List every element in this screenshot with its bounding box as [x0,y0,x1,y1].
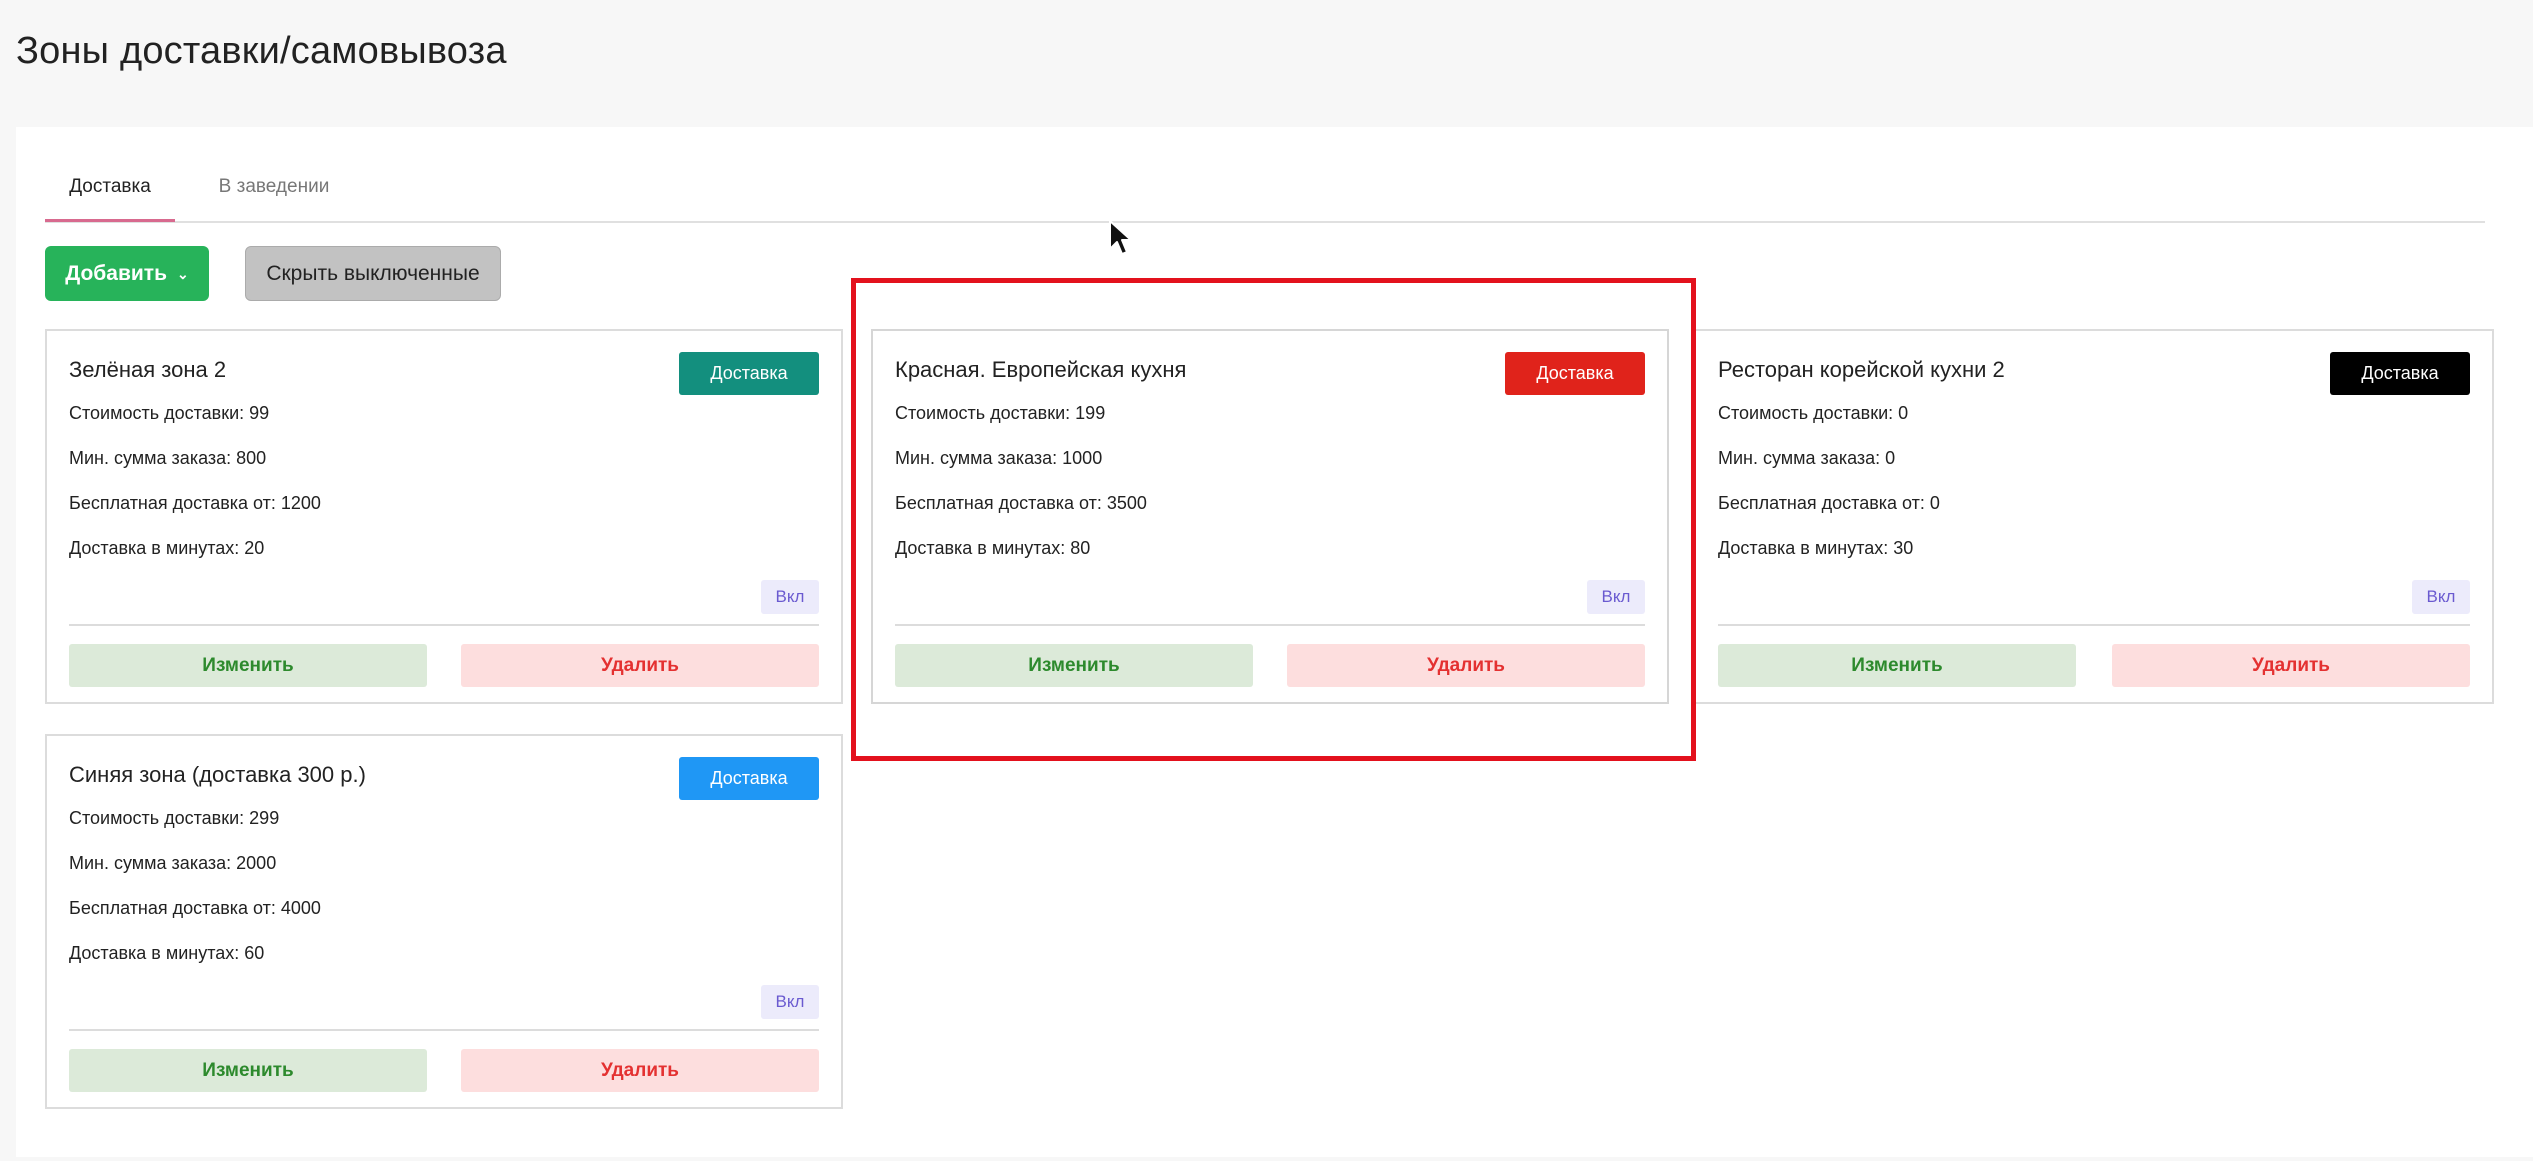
delivery-minutes: Доставка в минутах: 30 [1718,538,1914,558]
delivery-minutes: Доставка в минутах: 60 [69,943,265,963]
zone-card: Ресторан корейской кухни 2 Доставка Стои… [1696,329,2494,704]
delivery-type-badge[interactable]: Доставка [679,352,819,395]
free-delivery-from: Бесплатная доставка от: 0 [1718,493,1940,513]
card-divider [69,1029,819,1031]
delete-zone-button[interactable]: Удалить [461,644,819,687]
delivery-cost: Стоимость доставки: 99 [69,403,270,423]
min-order-sum: Мин. сумма заказа: 1000 [895,448,1103,468]
delivery-minutes: Доставка в минутах: 20 [69,538,265,558]
zone-name: Красная. Европейская кухня [895,357,1187,382]
add-zone-button[interactable]: Добавить ⌄ [45,246,209,301]
delivery-type-badge[interactable]: Доставка [1505,352,1645,395]
mouse-pointer-icon [1109,220,1132,255]
card-divider [69,624,819,626]
delivery-cost: Стоимость доставки: 299 [69,808,280,828]
delivery-type-badge[interactable]: Доставка [679,757,819,800]
delete-zone-button[interactable]: Удалить [461,1049,819,1092]
tab-in-venue[interactable]: В заведении [194,167,354,219]
min-order-sum: Мин. сумма заказа: 2000 [69,853,277,873]
delivery-cost: Стоимость доставки: 0 [1718,403,1909,423]
free-delivery-from: Бесплатная доставка от: 4000 [69,898,321,918]
edit-zone-button[interactable]: Изменить [69,1049,427,1092]
free-delivery-from: Бесплатная доставка от: 3500 [895,493,1147,513]
delivery-type-badge[interactable]: Доставка [2330,352,2470,395]
enabled-toggle[interactable]: Вкл [761,580,819,614]
free-delivery-from: Бесплатная доставка от: 1200 [69,493,321,513]
hide-disabled-button[interactable]: Скрыть выключенные [245,246,501,301]
delivery-minutes: Доставка в минутах: 80 [895,538,1091,558]
edit-zone-button[interactable]: Изменить [69,644,427,687]
page-title: Зоны доставки/самовывоза [16,30,507,72]
edit-zone-button[interactable]: Изменить [895,644,1253,687]
delete-zone-button[interactable]: Удалить [2112,644,2470,687]
chevron-down-icon: ⌄ [176,266,189,282]
zone-card: Красная. Европейская кухня Доставка Стои… [871,329,1669,704]
delete-zone-button[interactable]: Удалить [1287,644,1645,687]
enabled-toggle[interactable]: Вкл [2412,580,2470,614]
min-order-sum: Мин. сумма заказа: 0 [1718,448,1896,468]
zones-panel: Доставка В заведении Добавить ⌄ Скрыть в… [16,127,2533,1157]
tab-delivery[interactable]: Доставка [45,167,175,222]
card-divider [1718,624,2470,626]
zone-name: Синяя зона (доставка 300 р.) [69,762,366,787]
delivery-cost: Стоимость доставки: 199 [895,403,1106,423]
zone-card: Зелёная зона 2 Доставка Стоимость достав… [45,329,843,704]
add-button-label: Добавить [65,261,167,285]
min-order-sum: Мин. сумма заказа: 800 [69,448,267,468]
edit-zone-button[interactable]: Изменить [1718,644,2076,687]
zone-card: Синяя зона (доставка 300 р.) Доставка Ст… [45,734,843,1109]
card-divider [895,624,1645,626]
zone-name: Зелёная зона 2 [69,357,227,382]
zone-name: Ресторан корейской кухни 2 [1718,357,2005,382]
enabled-toggle[interactable]: Вкл [1587,580,1645,614]
enabled-toggle[interactable]: Вкл [761,985,819,1019]
tab-bar: Доставка В заведении [45,167,2485,223]
